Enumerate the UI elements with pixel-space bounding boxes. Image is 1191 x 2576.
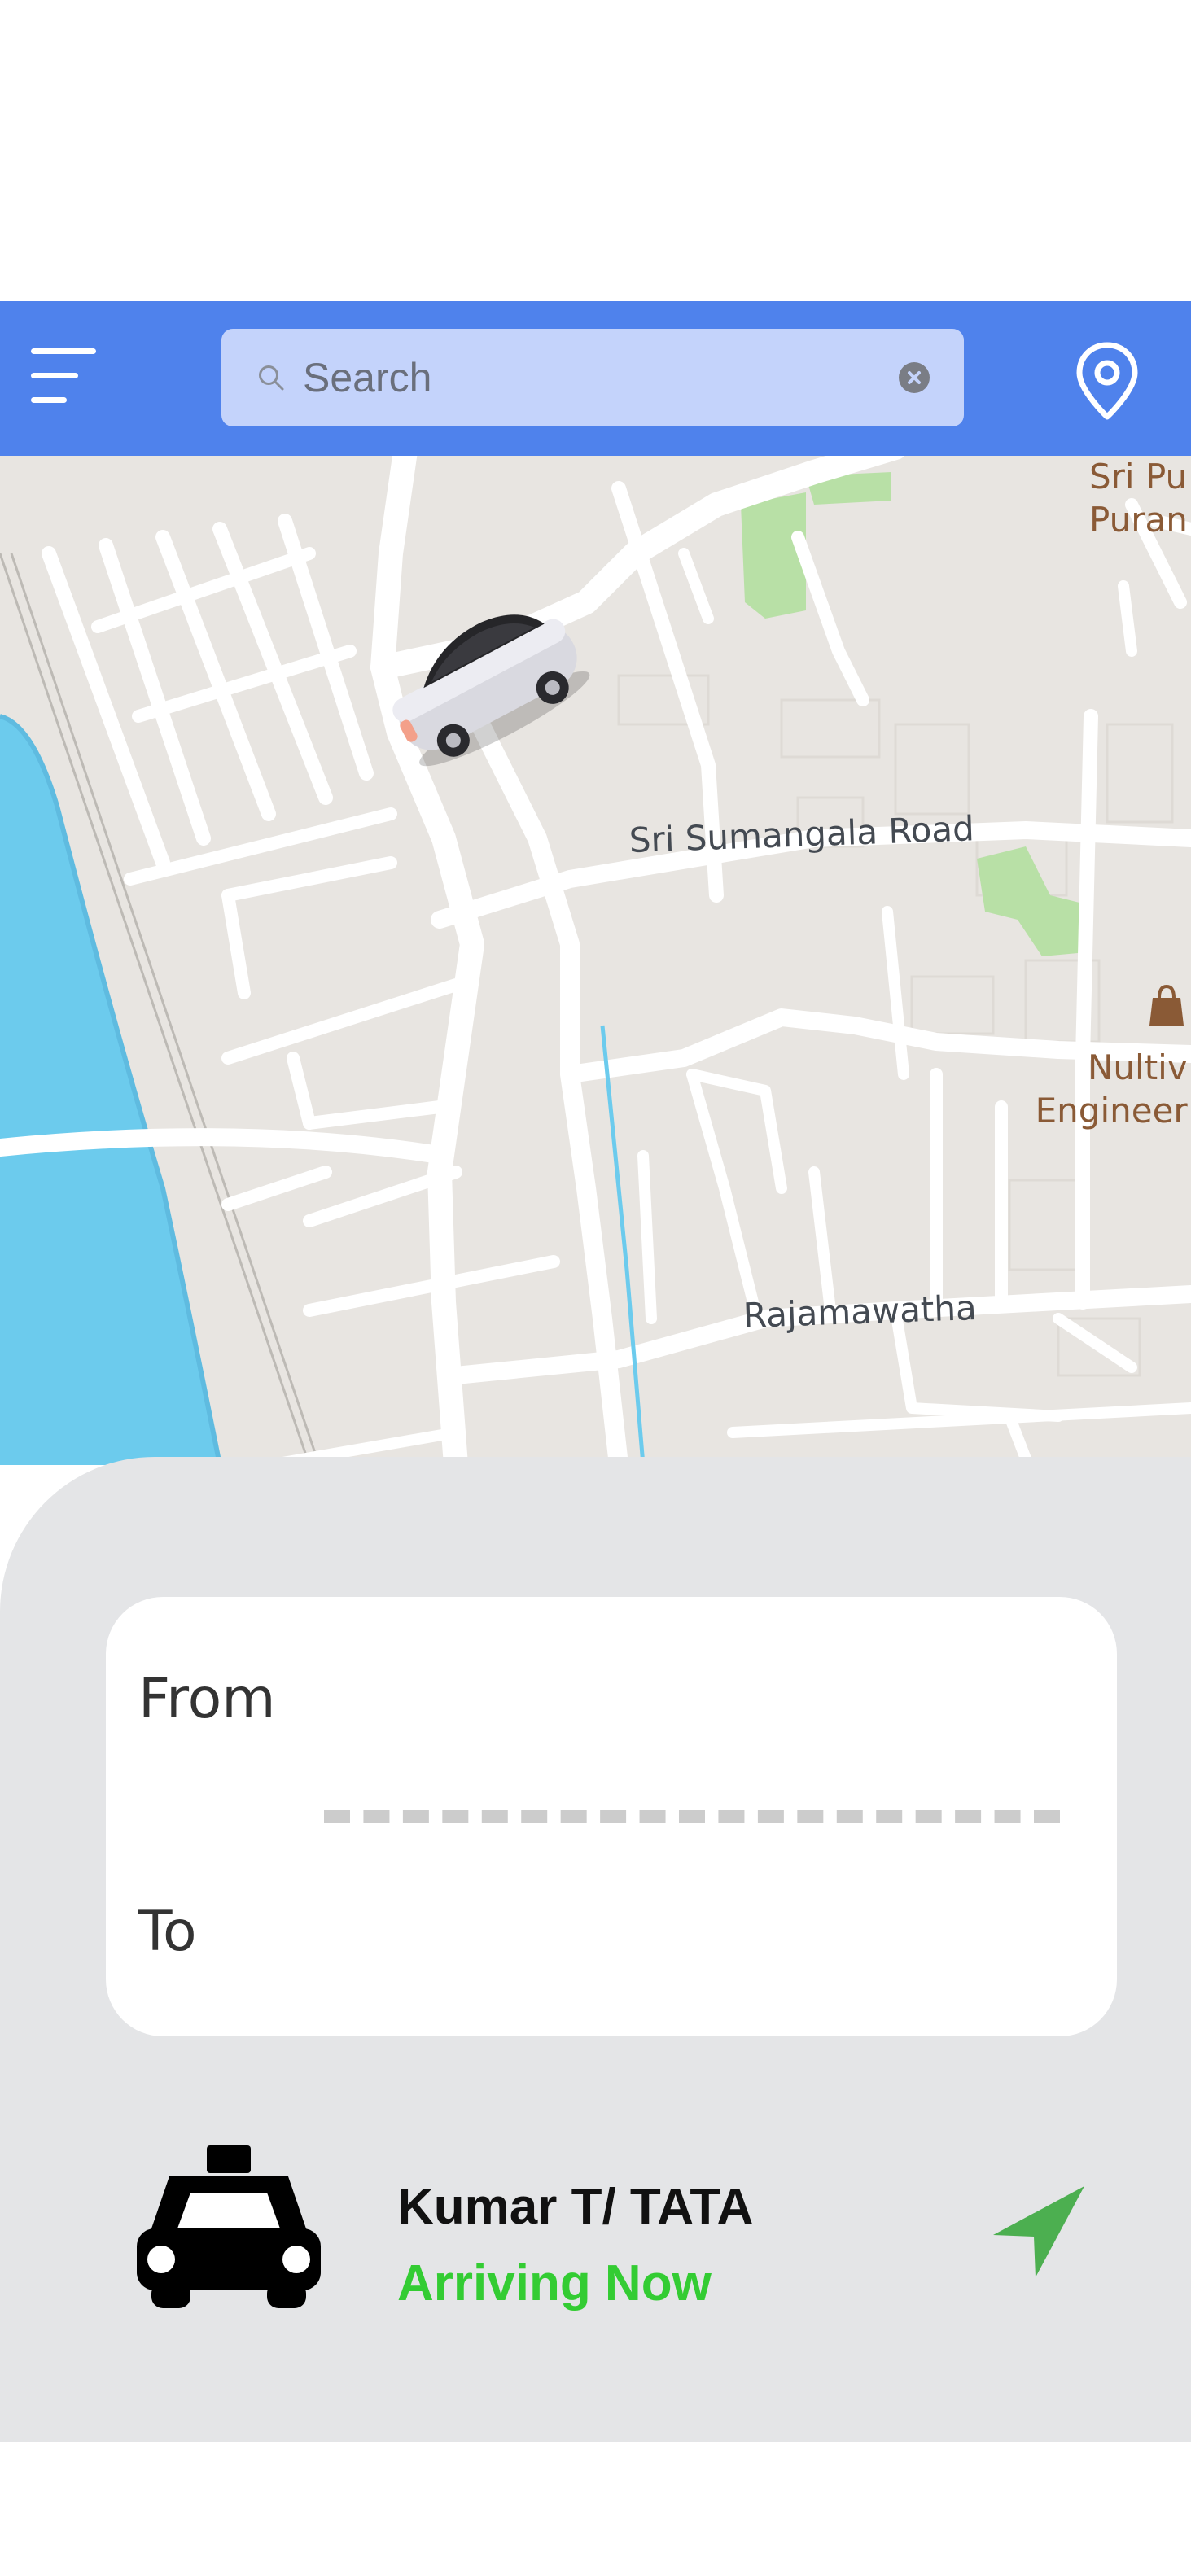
menu-button[interactable]: [31, 348, 96, 410]
map-poi-line: Engineer: [1035, 1090, 1188, 1131]
menu-line: [31, 397, 67, 403]
location-pin-icon[interactable]: [1070, 340, 1145, 422]
search-icon: [259, 365, 284, 391]
search-input[interactable]: [303, 353, 840, 402]
menu-line: [31, 373, 78, 378]
map-poi-label: Sri Pu Puran: [1089, 456, 1188, 541]
shop-poi-icon: [1149, 984, 1184, 1026]
car-marker-icon[interactable]: [374, 599, 602, 778]
navigation-arrow-icon[interactable]: [990, 2183, 1088, 2281]
map-poi-label: Nultiv Engineer: [1031, 1047, 1188, 1132]
map-poi-line: Nultiv: [1088, 1047, 1188, 1087]
from-field[interactable]: From: [138, 1667, 275, 1731]
search-bar[interactable]: [221, 329, 964, 426]
map-view[interactable]: Sri Sumangala Road Rajamawatha Sri Pu Pu…: [0, 456, 1191, 1465]
route-card: From To: [106, 1597, 1117, 2036]
ride-tracking-screen: Sri Sumangala Road Rajamawatha Sri Pu Pu…: [0, 0, 1191, 2576]
driver-name: Kumar T/ TATA: [397, 2179, 754, 2235]
map-poi-line: Sri Pu: [1089, 457, 1188, 496]
map-road-label: Rajamawatha: [742, 1287, 978, 1336]
taxi-icon: [137, 2145, 321, 2308]
clear-search-button[interactable]: [899, 362, 930, 393]
to-field[interactable]: To: [138, 1900, 197, 1964]
clear-icon: [908, 371, 921, 384]
map-poi-line: Puran: [1089, 499, 1188, 540]
driver-status: Arriving Now: [397, 2255, 712, 2311]
route-divider: [324, 1810, 1060, 1823]
menu-line: [31, 348, 96, 354]
